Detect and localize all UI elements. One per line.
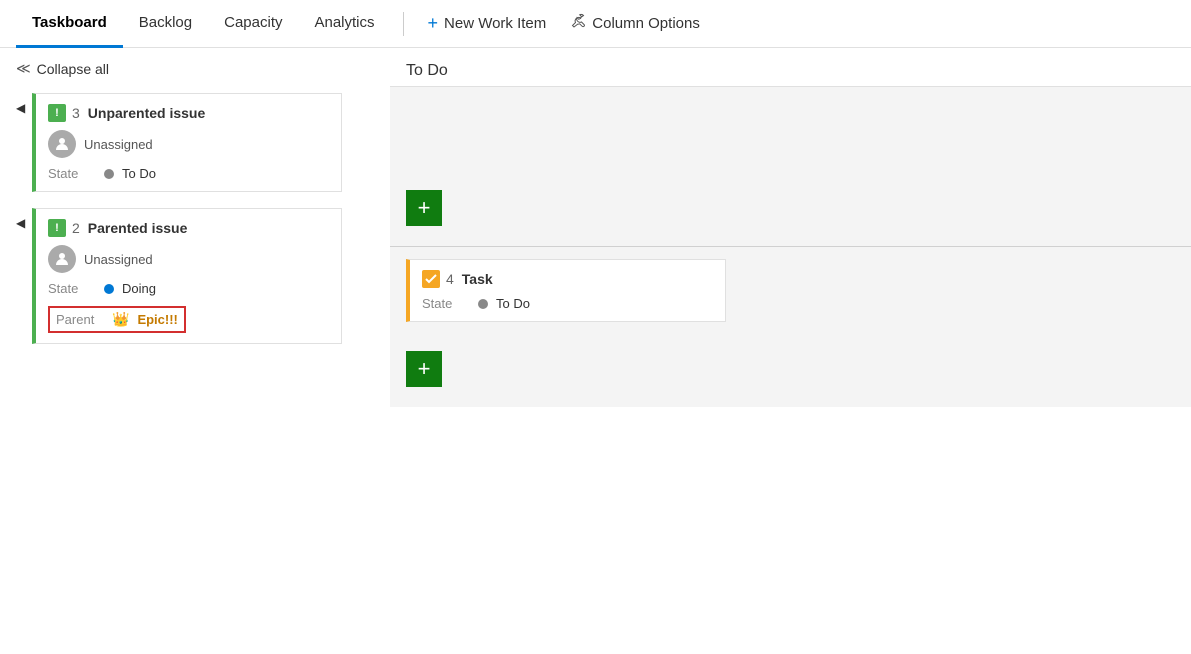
state-dot-2 [104, 284, 114, 294]
task-icon-1 [422, 270, 440, 288]
tab-capacity[interactable]: Capacity [208, 0, 298, 48]
plus-icon: + [428, 13, 439, 34]
todo-column-label: To Do [406, 62, 448, 79]
avatar-1 [48, 130, 76, 158]
tab-taskboard[interactable]: Taskboard [16, 0, 123, 48]
parent-field-row: Parent 👑 Epic!!! [48, 306, 186, 333]
crown-icon: 👑 [112, 311, 129, 328]
collapse-all-button[interactable]: ≪ Collapse all [16, 60, 374, 77]
wrench-icon [570, 13, 586, 34]
state-dot-1 [104, 169, 114, 179]
row-2: ◀ ! 2 Parented issue Una [16, 208, 374, 344]
nav-divider [403, 12, 404, 36]
collapse-all-icon: ≪ [16, 60, 31, 77]
add-task-row1-button[interactable]: + [406, 190, 442, 226]
task-state-value: To Do [496, 296, 530, 311]
card-1-title[interactable]: Unparented issue [88, 105, 205, 121]
card-2-state-value: Doing [122, 281, 156, 296]
add-task-row2-button[interactable]: + [406, 351, 442, 387]
nav-tabs: Taskboard Backlog Capacity Analytics [16, 0, 391, 48]
row-2-todo-area: 4 Task State To Do + [390, 247, 1191, 407]
collapse-all-label: Collapse all [37, 61, 109, 77]
nav-bar: Taskboard Backlog Capacity Analytics + N… [0, 0, 1191, 48]
task-card-1-header: 4 Task [422, 270, 713, 288]
task-card-1: 4 Task State To Do [406, 259, 726, 322]
task-card-1-state-field: State To Do [422, 296, 713, 311]
new-work-item-label: New Work Item [444, 15, 546, 32]
card-2-state-field: State Doing [48, 281, 329, 296]
work-item-card-1: ! 3 Unparented issue Unassigned Sta [32, 93, 342, 192]
card-2-state-label: State [48, 281, 96, 296]
card-2-header: ! 2 Parented issue [48, 219, 329, 237]
card-1-state-field: State To Do [48, 166, 329, 181]
card-1-id: 3 [72, 105, 80, 121]
work-item-card-2: ! 2 Parented issue Unassigned State [32, 208, 342, 344]
column-todo-header: To Do [390, 48, 1191, 87]
row-1-arrow[interactable]: ◀ [16, 101, 32, 115]
card-1-state-value: To Do [122, 166, 156, 181]
card-1-state-label: State [48, 166, 96, 181]
issue-icon-2: ! [48, 219, 66, 237]
row-1-todo-area: + [390, 87, 1191, 247]
card-2-parent-field: Parent 👑 Epic!!! [48, 302, 329, 333]
card-1-header: ! 3 Unparented issue [48, 104, 329, 122]
issue-icon-1: ! [48, 104, 66, 122]
main-content: ≪ Collapse all ◀ ! 3 Unparented issue [0, 48, 1191, 654]
parent-value[interactable]: Epic!!! [137, 312, 177, 327]
new-work-item-button[interactable]: + New Work Item [416, 5, 559, 42]
tab-backlog[interactable]: Backlog [123, 0, 208, 48]
card-2-id: 2 [72, 220, 80, 236]
column-options-label: Column Options [592, 15, 700, 32]
card-1-assignee-row: Unassigned [48, 130, 329, 158]
right-panel: To Do + 4 Task State [390, 48, 1191, 654]
task-state-dot [478, 299, 488, 309]
task-card-1-title[interactable]: Task [462, 271, 493, 287]
card-1-assignee: Unassigned [84, 137, 153, 152]
card-2-assignee: Unassigned [84, 252, 153, 267]
parent-label: Parent [56, 312, 104, 327]
row-1: ◀ ! 3 Unparented issue U [16, 93, 374, 192]
left-panel: ≪ Collapse all ◀ ! 3 Unparented issue [0, 48, 390, 654]
card-2-assignee-row: Unassigned [48, 245, 329, 273]
task-state-label: State [422, 296, 470, 311]
card-2-title[interactable]: Parented issue [88, 220, 188, 236]
row-2-arrow[interactable]: ◀ [16, 216, 32, 230]
avatar-2 [48, 245, 76, 273]
column-options-button[interactable]: Column Options [558, 5, 712, 42]
task-card-1-id: 4 [446, 271, 454, 287]
tab-analytics[interactable]: Analytics [298, 0, 390, 48]
